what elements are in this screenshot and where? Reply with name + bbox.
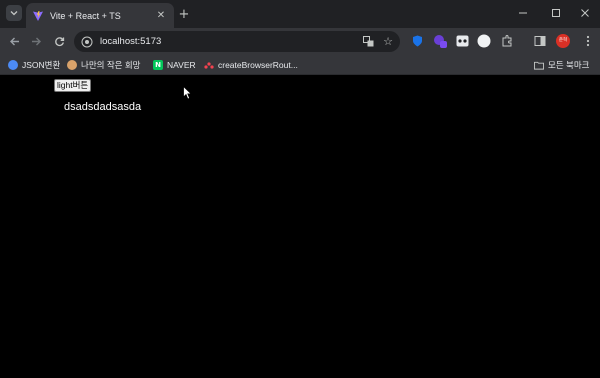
bookmark-react-router[interactable]: createBrowserRout... [204, 58, 298, 72]
mouse-cursor-icon [183, 86, 193, 100]
menu-icon[interactable] [581, 34, 595, 48]
minimize-button[interactable] [512, 4, 534, 22]
site-info-icon[interactable] [80, 35, 94, 49]
minimize-icon [519, 12, 527, 14]
extension-shield-icon[interactable] [410, 34, 424, 48]
extensions-puzzle-icon[interactable] [500, 34, 514, 48]
person-icon [67, 60, 77, 70]
extension-purple-icon[interactable] [433, 34, 447, 48]
translate-icon[interactable] [360, 34, 376, 50]
arrow-right-icon [31, 37, 41, 45]
bookmark-naver[interactable]: N NAVER [153, 58, 196, 72]
vite-icon [33, 10, 43, 21]
close-window-button[interactable] [574, 4, 596, 22]
new-tab-button[interactable]: + [176, 6, 192, 22]
maximize-icon [552, 9, 560, 17]
chevron-down-icon [10, 11, 18, 16]
tab-strip: Vite + React + TS ✕ + [0, 0, 600, 28]
light-theme-button[interactable]: light버튼 [54, 79, 92, 92]
bookmark-star-icon[interactable]: ☆ [380, 34, 396, 50]
react-router-icon [204, 60, 214, 70]
bookmark-personal[interactable]: 나만의 작은 회망 [67, 58, 140, 72]
page-text: dsadsdadsasda [64, 101, 142, 113]
forward-button[interactable] [28, 33, 44, 49]
side-panel-icon[interactable] [533, 34, 547, 48]
page-viewport: light버튼 dsadsdadsasda [0, 76, 600, 378]
bookmarks-bar: JSON변환 나만의 작은 회망 N NAVER createBrowserRo… [0, 55, 600, 75]
plus-icon: + [178, 6, 190, 22]
bookmark-json[interactable]: JSON변환 [8, 58, 60, 72]
close-icon [581, 9, 589, 17]
profile-label: 준혁 [558, 38, 568, 43]
globe-icon [8, 60, 18, 70]
tab-title: Vite + React + TS [50, 10, 121, 21]
reload-button[interactable] [51, 33, 67, 49]
naver-icon: N [153, 60, 163, 70]
folder-icon [534, 60, 544, 70]
close-tab-icon[interactable]: ✕ [154, 9, 168, 23]
maximize-button[interactable] [545, 4, 567, 22]
address-url[interactable]: localhost:5173 [100, 36, 360, 47]
all-bookmarks[interactable]: 모든 북마크 [534, 58, 589, 72]
tab-search-button[interactable] [6, 5, 22, 21]
reload-icon [54, 36, 64, 46]
arrow-left-icon [9, 37, 19, 45]
profile-avatar[interactable]: 준혁 [556, 34, 570, 48]
address-bar[interactable]: localhost:5173 ☆ [74, 31, 400, 52]
extension-circle-icon[interactable] [477, 34, 491, 48]
tab-active[interactable]: Vite + React + TS ✕ [26, 3, 174, 28]
back-button[interactable] [6, 33, 22, 49]
toolbar: localhost:5173 ☆ 준혁 [0, 28, 600, 55]
extension-mask-icon[interactable] [455, 34, 469, 48]
